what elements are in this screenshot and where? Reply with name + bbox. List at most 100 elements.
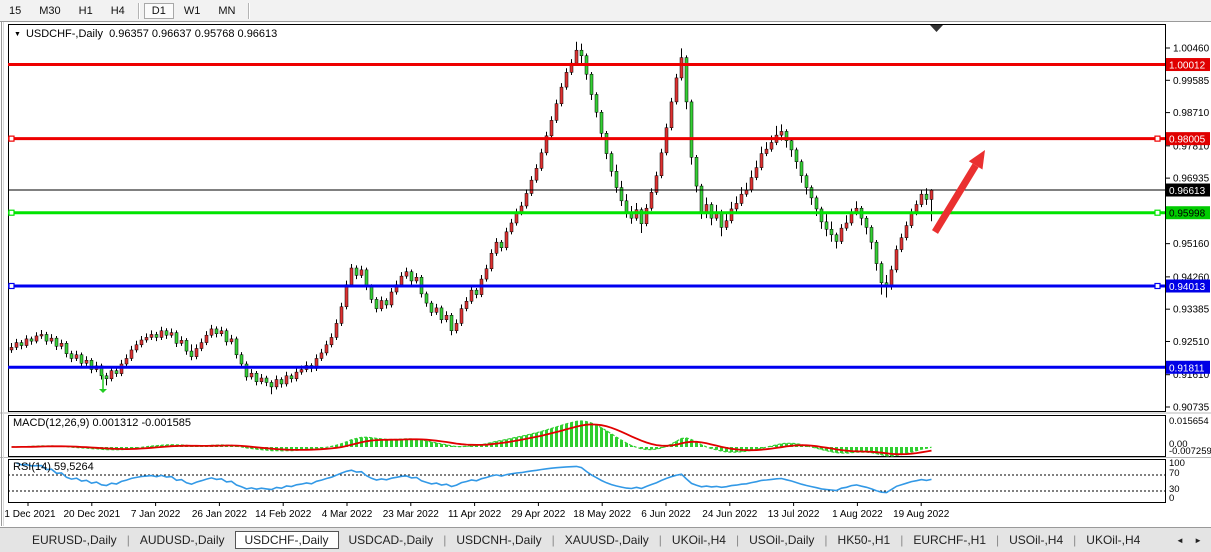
tab-usoil-daily[interactable]: USOil-,Daily — [741, 531, 822, 549]
tab-usdchf-daily[interactable]: USDCHF-,Daily — [235, 531, 339, 549]
candle-body — [470, 290, 473, 301]
candle-body — [45, 334, 48, 341]
tab-ukoil-h4[interactable]: UKOil-,H4 — [664, 531, 734, 549]
macd-histogram-bar — [525, 435, 528, 447]
macd-histogram-bar — [905, 447, 908, 453]
candle-body — [795, 150, 798, 162]
candle-body — [335, 323, 338, 337]
tab-usdcad-daily[interactable]: USDCAD-,Daily — [341, 531, 442, 549]
candle-body — [665, 128, 668, 153]
candlestick-chart[interactable]: 1.004600.995850.987100.978100.969350.951… — [0, 0, 1211, 552]
candle-body — [875, 242, 878, 263]
line-handle[interactable] — [9, 283, 14, 288]
tab-audusd-daily[interactable]: AUDUSD-,Daily — [132, 531, 233, 549]
macd-histogram-bar — [430, 442, 433, 447]
macd-histogram-bar — [535, 433, 538, 447]
tab-xauusd-daily[interactable]: XAUUSD-,Daily — [557, 531, 657, 549]
candle-body — [350, 268, 353, 285]
timeframe-button-m30[interactable]: M30 — [31, 3, 68, 19]
candle-body — [35, 336, 38, 341]
timeframe-button-d1[interactable]: D1 — [144, 3, 174, 19]
candle-body — [460, 309, 463, 324]
candle-body — [165, 331, 168, 335]
macd-histogram-bar — [545, 430, 548, 447]
candle-body — [390, 292, 393, 305]
tab-usdcnh-daily[interactable]: USDCNH-,Daily — [448, 531, 549, 549]
price-tag-label: 0.95998 — [1169, 209, 1206, 220]
candle-body — [535, 168, 538, 180]
line-handle[interactable] — [1155, 210, 1160, 215]
candle-body — [780, 131, 783, 135]
macd-histogram-bar — [565, 424, 568, 447]
candle-body — [375, 299, 378, 308]
candle-body — [825, 222, 828, 229]
tab-separator: | — [996, 533, 999, 547]
window-frame-left-highlight — [3, 22, 4, 526]
candle-body — [695, 157, 698, 186]
price-axis-label: 0.98710 — [1173, 108, 1210, 119]
candle-body — [610, 154, 613, 172]
macd-histogram-bar — [885, 447, 888, 456]
candle-body — [85, 360, 88, 363]
macd-histogram-bar — [510, 438, 513, 447]
candle-body — [730, 209, 733, 221]
price-tag-label: 0.94013 — [1169, 282, 1206, 293]
candle-body — [760, 154, 763, 168]
candle-body — [540, 153, 543, 169]
candle-body — [845, 223, 848, 228]
candle-body — [345, 285, 348, 307]
timeframe-button-w1[interactable]: W1 — [176, 3, 209, 19]
price-axis-label: 0.96935 — [1173, 174, 1210, 185]
tab-usoil-h4[interactable]: USOil-,H4 — [1001, 531, 1071, 549]
candle-body — [230, 339, 233, 342]
candle-body — [60, 343, 63, 346]
candle-body — [40, 334, 43, 335]
date-label: 29 Apr 2022 — [511, 509, 565, 520]
timeframe-button-h4[interactable]: H4 — [103, 3, 133, 19]
macd-histogram-bar — [595, 425, 598, 447]
date-label: 13 Jul 2022 — [768, 509, 820, 520]
rsi-axis-label: 70 — [1169, 468, 1180, 479]
candle-body — [65, 343, 68, 353]
line-handle[interactable] — [9, 136, 14, 141]
tab-ukoil-h4[interactable]: UKOil-,H4 — [1078, 531, 1148, 549]
timeframe-button-h1[interactable]: H1 — [71, 3, 101, 19]
chart-ohlc-values: 0.96357 0.96637 0.95768 0.96613 — [109, 28, 277, 40]
macd-histogram-bar — [605, 431, 608, 447]
price-axis-label: 0.90735 — [1173, 403, 1210, 414]
candle-body — [675, 78, 678, 102]
candle-body — [115, 371, 118, 374]
candle-body — [800, 162, 803, 176]
macd-name: MACD(12,26,9) — [13, 417, 89, 429]
candle-body — [75, 355, 78, 359]
candle-body — [725, 221, 728, 228]
line-handle[interactable] — [1155, 136, 1160, 141]
candle-body — [445, 315, 448, 319]
tab-hk50-h1[interactable]: HK50-,H1 — [830, 531, 899, 549]
tab-eurchf-h1[interactable]: EURCHF-,H1 — [905, 531, 994, 549]
date-label: 24 Jun 2022 — [702, 509, 757, 520]
tab-separator: | — [900, 533, 903, 547]
candle-body — [615, 171, 618, 187]
candle-body — [130, 350, 133, 358]
macd-histogram-bar — [420, 440, 423, 447]
timeframe-button-mn[interactable]: MN — [210, 3, 243, 19]
candle-body — [605, 133, 608, 153]
candle-body — [410, 272, 413, 281]
line-handle[interactable] — [9, 210, 14, 215]
candle-body — [110, 371, 113, 379]
candle-body — [340, 307, 343, 324]
tab-eurusd-daily[interactable]: EURUSD-,Daily — [24, 531, 125, 549]
line-handle[interactable] — [1155, 283, 1160, 288]
candle-body — [920, 194, 923, 204]
candle-body — [70, 354, 73, 359]
timeframe-button-15[interactable]: 15 — [1, 3, 29, 19]
toolbar-separator — [138, 3, 139, 19]
candle-body — [270, 382, 273, 386]
candle-body — [810, 188, 813, 198]
candle-body — [815, 198, 818, 209]
chevron-down-icon[interactable]: ▼ — [14, 31, 21, 38]
candle-body — [25, 339, 28, 346]
tab-scroll-arrows[interactable]: ◄ ► — [1176, 536, 1206, 545]
tab-separator: | — [824, 533, 827, 547]
